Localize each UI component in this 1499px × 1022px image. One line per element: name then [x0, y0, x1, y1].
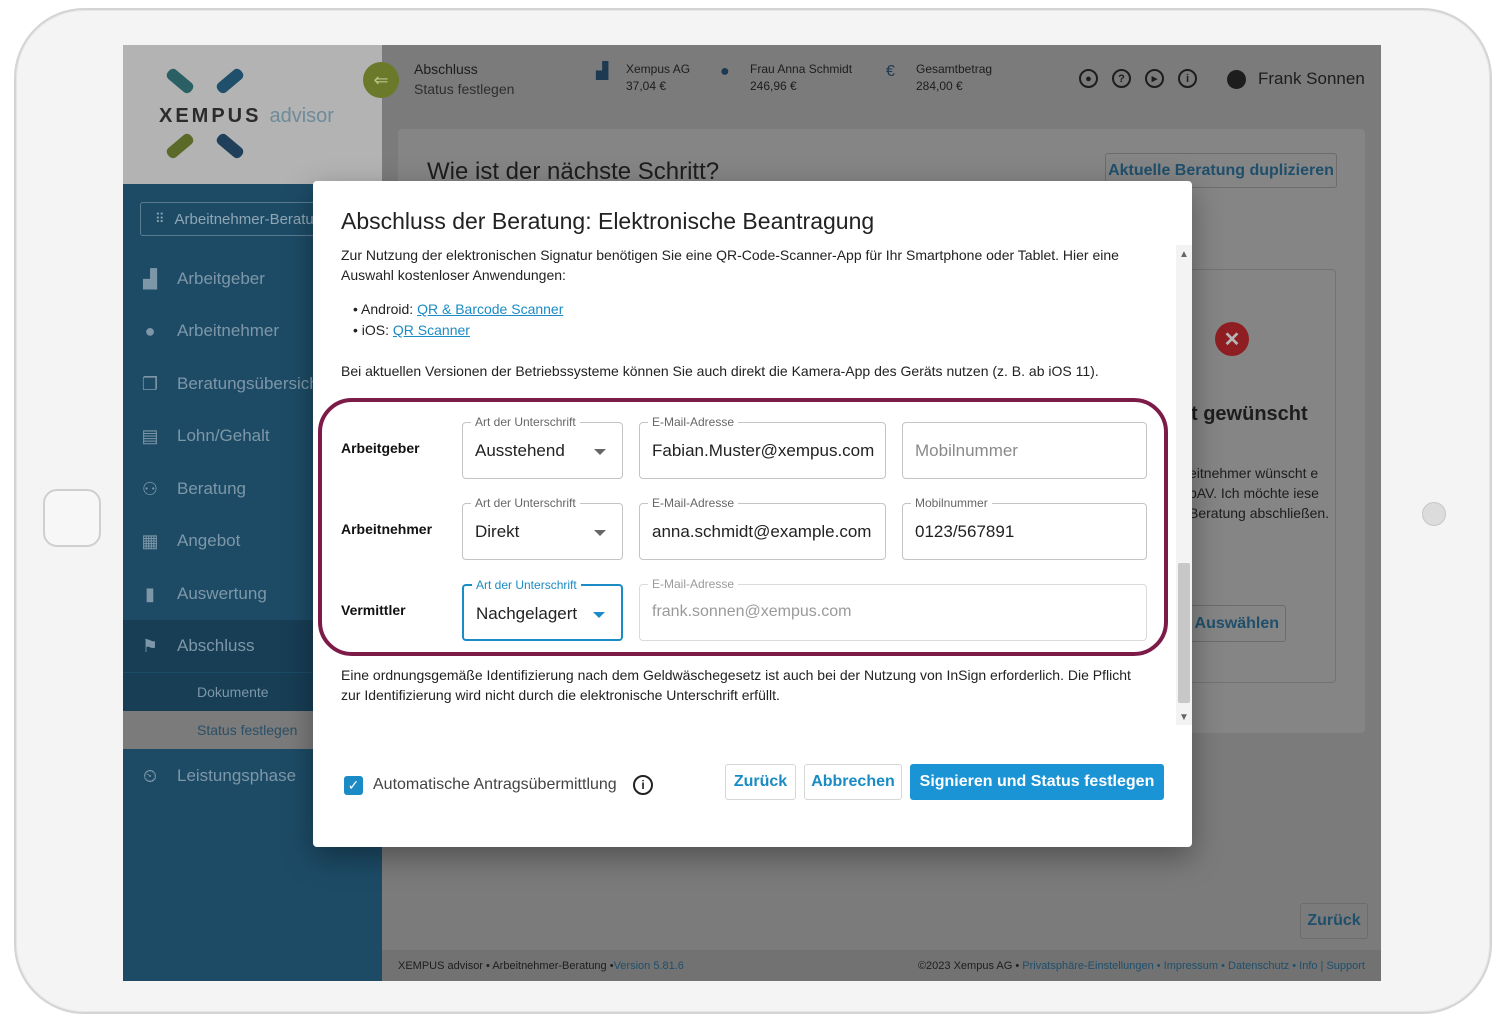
dialog-footer: ✓ Automatische Antragsübermittlung i Zur… — [313, 741, 1192, 821]
signature-type-select-arbeitgeber[interactable]: Art der Unterschrift Ausstehend — [462, 415, 623, 479]
scroll-down-icon[interactable]: ▼ — [1176, 712, 1192, 723]
factory-icon: ▟ — [596, 63, 609, 80]
footer-right: ©2023 Xempus AG • Privatsphäre-Einstellu… — [917, 959, 1365, 972]
person-icon: ● — [720, 63, 730, 80]
auto-submit-checkbox[interactable]: ✓ — [344, 776, 363, 795]
play-icon[interactable]: ▸ — [1145, 69, 1164, 88]
header-employee: ● Frau Anna Schmidt 246,96 € — [720, 62, 853, 93]
info-icon[interactable]: i — [1178, 69, 1197, 88]
user-menu[interactable]: Frank Sonnen — [1227, 69, 1365, 89]
bar-chart-icon: ▮ — [145, 583, 155, 604]
header-employer: ▟ Xempus AG 37,04 € — [596, 62, 691, 93]
top-header: Abschluss Status festlegen ▟ Xempus AG 3… — [382, 45, 1381, 113]
calculator-icon: ▦ — [141, 530, 159, 551]
option-card-text: eitnehmer wünscht e bAV. Ich möchte iese… — [1189, 465, 1330, 521]
header-icon-group: ● ? ▸ i — [1079, 69, 1197, 88]
intro-text: Zur Nutzung der elektronischen Signatur … — [341, 247, 1119, 283]
dialog-title: Abschluss der Beratung: Elektronische Be… — [341, 208, 875, 234]
version-link[interactable]: Version 5.81.6 — [614, 960, 684, 972]
select-option-button[interactable]: Auswählen — [1189, 605, 1286, 642]
dialog-cancel-button[interactable]: Abbrechen — [804, 764, 902, 800]
android-app-link[interactable]: QR & Barcode Scanner — [417, 301, 563, 317]
factory-icon: ▟ — [143, 268, 157, 289]
dropdown-arrow-icon — [593, 612, 605, 618]
logo: XEMPUS advisor — [123, 45, 382, 184]
email-field-arbeitnehmer[interactable]: E-Mail-Adresse anna.schmidt@example.com — [639, 496, 886, 560]
tablet-camera — [1422, 502, 1446, 526]
person-icon: ● — [144, 320, 156, 341]
row-label-arbeitnehmer: Arbeitnehmer — [341, 521, 433, 537]
dropdown-arrow-icon — [594, 530, 606, 536]
arrow-left-icon: ⇐ — [373, 69, 389, 90]
close-circle-icon: ✕ — [1215, 322, 1249, 356]
info-icon[interactable]: i — [633, 775, 653, 795]
mobile-field-arbeitgeber[interactable]: Mobilnummer — [902, 422, 1147, 479]
email-field-arbeitgeber[interactable]: E-Mail-Adresse Fabian.Muster@xempus.com — [639, 415, 886, 479]
euro-icon: € — [886, 63, 895, 80]
option-card-heading: t gewünscht — [1191, 403, 1308, 425]
document-icon: ▤ — [141, 425, 159, 446]
scroll-up-icon[interactable]: ▲ — [1176, 249, 1192, 260]
row-label-arbeitgeber: Arbeitgeber — [341, 440, 420, 456]
people-icon: ⚇ — [141, 478, 159, 499]
page-subtitle: Status festlegen — [414, 81, 515, 97]
scrollbar-thumb[interactable] — [1178, 563, 1190, 703]
avatar-icon — [1227, 69, 1246, 89]
email-field-vermittler: E-Mail-Adresse frank.sonnen@xempus.com — [639, 577, 1147, 641]
help-icon[interactable]: ? — [1112, 69, 1131, 88]
logo-text: XEMPUS advisor — [159, 105, 334, 127]
sign-and-set-status-button[interactable]: Signieren und Status festlegen — [910, 764, 1164, 800]
collapse-sidebar-button[interactable]: ⇐ — [363, 62, 399, 98]
flag-icon: ⚑ — [141, 635, 159, 656]
grid-icon: ⠿ — [155, 211, 165, 226]
camera-note: Bei aktuellen Versionen der Betriebssyst… — [341, 363, 1099, 379]
gwg-note: Eine ordnungsgemäße Identifizierung nach… — [341, 667, 1131, 703]
signature-type-select-vermittler[interactable]: Art der Unterschrift Nachgelagert — [462, 578, 623, 641]
mobile-field-arbeitnehmer[interactable]: Mobilnummer 0123/567891 — [902, 496, 1147, 560]
copy-icon: ❐ — [141, 373, 159, 394]
dropdown-arrow-icon — [594, 449, 606, 455]
ios-app-link[interactable]: QR Scanner — [393, 322, 470, 338]
page-title: Abschluss — [414, 61, 478, 77]
footer-links[interactable]: Privatsphäre-Einstellungen • Impressum •… — [1022, 960, 1365, 972]
tablet-home-button — [43, 489, 101, 547]
dialog-scrollbar[interactable]: ▲ ▼ — [1176, 245, 1192, 725]
dialog-scroll-content[interactable]: Zur Nutzung der elektronischen Signatur … — [313, 244, 1175, 724]
timer-icon: ⏲ — [142, 765, 158, 786]
android-item: • Android: QR & Barcode Scanner — [353, 301, 564, 317]
signature-type-select-arbeitnehmer[interactable]: Art der Unterschrift Direkt — [462, 496, 623, 560]
auto-submit-label: Automatische Antragsübermittlung — [373, 776, 617, 793]
footer: XEMPUS advisor • Arbeitnehmer-Beratung •… — [382, 950, 1381, 981]
checkmark-icon: ✓ — [347, 777, 360, 793]
support-icon[interactable]: ● — [1079, 69, 1098, 88]
dialog-back-button[interactable]: Zurück — [725, 764, 796, 800]
ios-item: • iOS: QR Scanner — [353, 322, 470, 338]
page-back-button[interactable]: Zurück — [1300, 903, 1368, 939]
row-label-vermittler: Vermittler — [341, 602, 406, 618]
e-signature-dialog: Abschluss der Beratung: Elektronische Be… — [313, 181, 1192, 847]
header-total: € Gesamtbetrag 284,00 € — [886, 62, 993, 93]
